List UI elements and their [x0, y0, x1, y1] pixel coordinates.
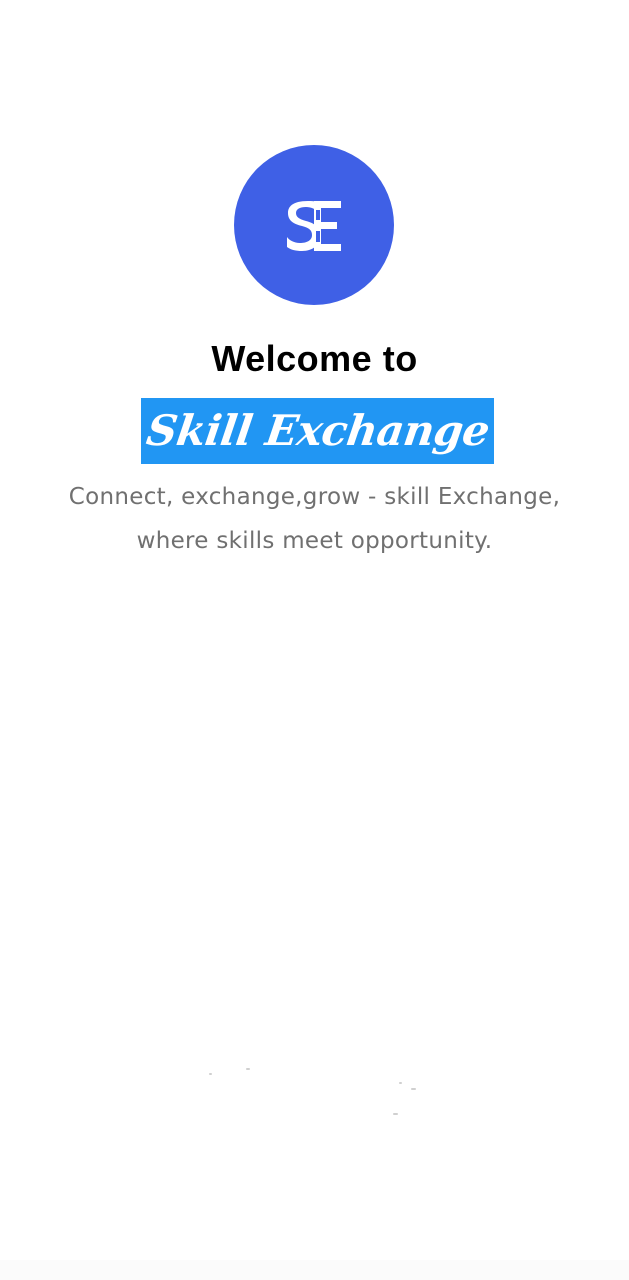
- brand-name: Skill Exchange: [143, 406, 492, 455]
- tagline-line-2: where skills meet opportunity.: [136, 528, 493, 554]
- decorative-speck: [393, 1113, 398, 1115]
- decorative-speck: [209, 1073, 212, 1075]
- tagline: Connect, exchange,grow - skill Exchange,…: [28, 475, 601, 563]
- bottom-bar: [0, 1260, 629, 1280]
- decorative-speck: [399, 1082, 402, 1084]
- welcome-heading: Welcome to: [211, 338, 418, 379]
- tagline-line-1: Connect, exchange,grow - skill Exchange,: [68, 484, 561, 510]
- splash-screen: Welcome to Skill Exchange Connect, excha…: [0, 0, 629, 1280]
- brand-banner: Skill Exchange: [141, 398, 494, 464]
- decorative-speck: [411, 1088, 416, 1090]
- skill-exchange-logo-icon: [287, 201, 341, 251]
- app-logo: [234, 145, 394, 305]
- decorative-speck: [246, 1068, 250, 1070]
